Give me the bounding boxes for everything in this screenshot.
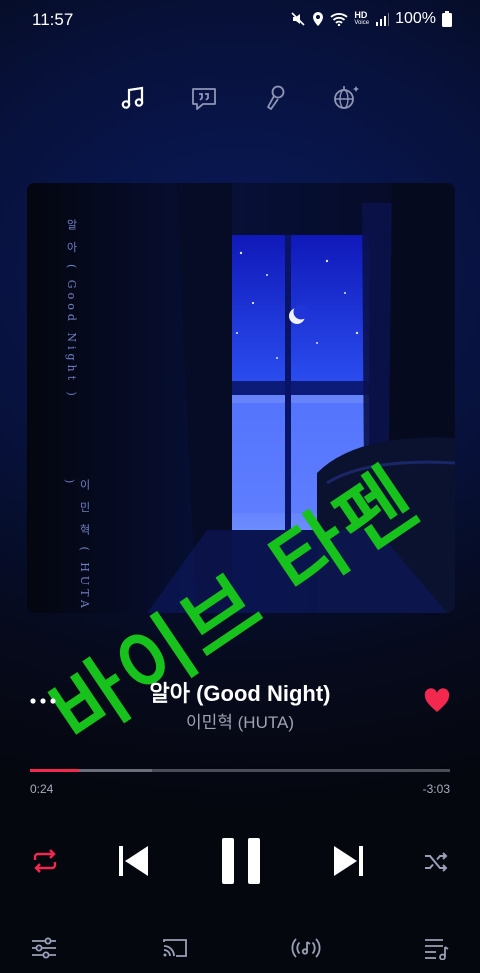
tab-karaoke[interactable] [258,80,294,116]
microphone-icon [267,85,285,110]
hd-voice-label: HD Voice [354,11,369,27]
tab-music[interactable] [115,80,151,116]
equalizer-button[interactable] [29,934,59,962]
repeat-button[interactable] [28,846,62,876]
pause-button[interactable] [218,836,264,886]
cast-icon [163,939,187,957]
music-note-icon [121,86,144,109]
battery-percentage: 100% [395,10,436,27]
elapsed-time: 0:24 [30,782,54,796]
mute-icon [290,11,306,27]
shuffle-icon [425,852,448,872]
more-horizontal-icon [30,698,56,704]
tab-lyrics[interactable] [186,80,222,116]
playlist-button[interactable] [422,934,452,962]
equalizer-sliders-icon [32,937,56,959]
album-vertical-title: 알 아 ( Good Night ) [65,219,78,400]
progress-bar[interactable] [30,769,450,772]
wifi-icon [330,12,348,26]
heart-icon [424,688,450,712]
album-vertical-artist: 이 민 혁 ( HUTA ) [63,479,91,612]
repeat-icon [33,849,57,873]
like-button[interactable] [423,688,451,714]
song-artist[interactable]: 이민혁 (HUTA) [80,708,400,733]
voice-label: Voice [354,20,370,26]
signal-icon [375,12,390,26]
mode-tabs [0,80,480,116]
broadcast-music-icon [291,938,321,958]
skip-previous-icon [119,846,148,876]
shuffle-button[interactable] [420,848,452,876]
playlist-queue-icon [425,939,449,960]
album-art: 알 아 ( Good Night ) 이 민 혁 ( HUTA ) [27,183,455,613]
battery-icon [442,11,452,27]
remaining-time: -3:03 [422,782,450,796]
progress-played [30,769,79,772]
location-icon [312,11,324,27]
skip-next-icon [334,846,363,876]
disco-ball-icon [334,86,359,109]
broadcast-button[interactable] [289,934,323,962]
hd-label: HD [354,10,368,20]
cast-button[interactable] [160,934,190,962]
more-options-button[interactable] [28,686,58,716]
status-bar: 11:57 HD Voice 100% [0,0,480,40]
previous-button[interactable] [114,843,152,879]
next-button[interactable] [330,843,368,879]
status-time: 11:57 [32,10,74,29]
lyrics-quote-icon [192,88,216,110]
pause-icon [222,838,260,884]
status-icons: HD Voice 100% [290,10,452,28]
song-title: 알아 (Good Night) [149,681,331,706]
tab-party[interactable] [328,80,364,116]
